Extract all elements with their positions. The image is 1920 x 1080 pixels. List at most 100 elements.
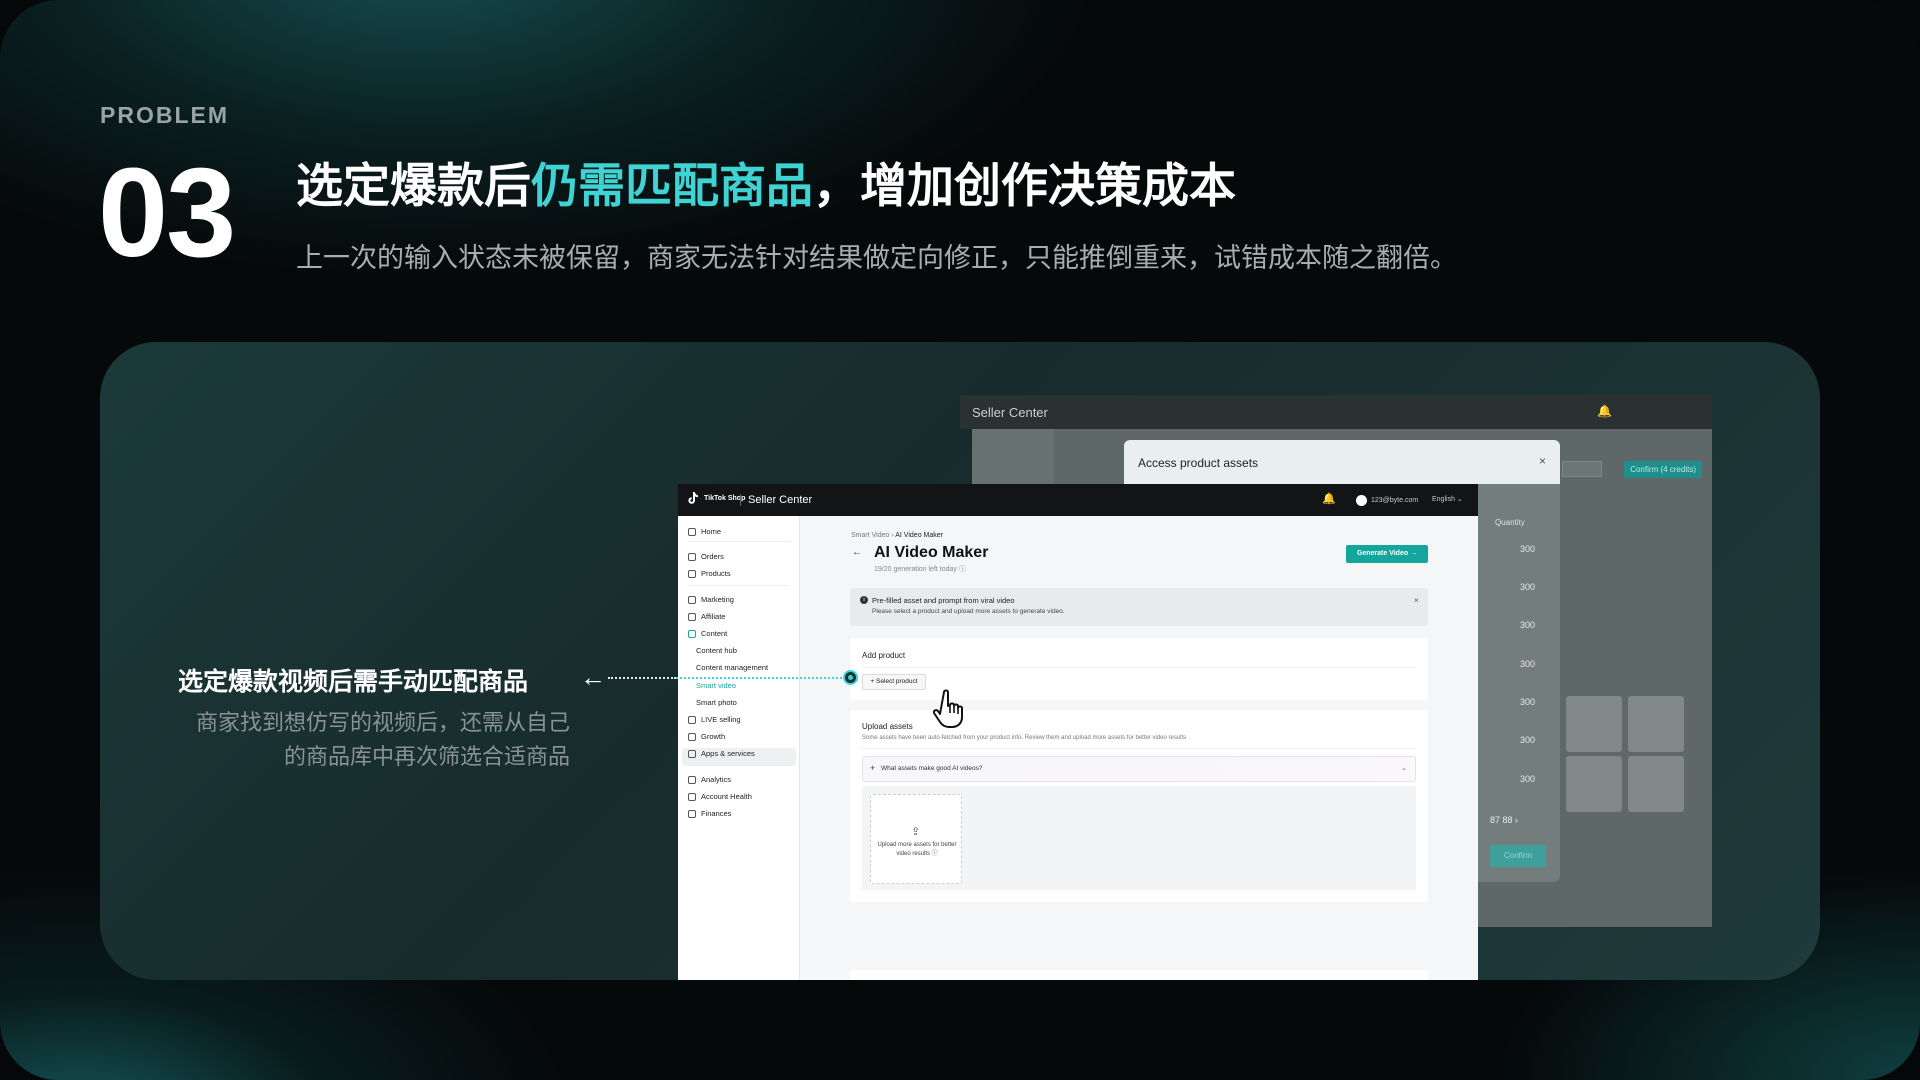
divider — [688, 541, 790, 542]
sidebar-item-label: Home — [701, 527, 722, 536]
quantity-cell: 300 — [1520, 697, 1536, 707]
divider — [862, 748, 1416, 749]
language-selector[interactable]: English ⌄ — [1432, 495, 1463, 503]
growth-icon — [688, 732, 696, 741]
sidebar-item-marketing[interactable]: Marketing — [688, 595, 734, 604]
seller-center-window: TikTok Shop Seller Center 🔔 123@byte.com… — [678, 484, 1478, 980]
modal-header: Access product assets × — [1124, 440, 1560, 484]
sidebar-item-affiliate[interactable]: Affiliate — [688, 612, 725, 621]
tiktok-shop-logo: TikTok Shop — [686, 491, 745, 505]
breadcrumb-current: AI Video Maker — [895, 532, 943, 539]
next-card — [850, 970, 1428, 980]
sidebar-item-apps[interactable]: Apps & services — [688, 749, 755, 758]
subline: 上一次的输入状态未被保留，商家无法针对结果做定向修正，只能推倒重来，试错成本随之… — [296, 243, 1457, 273]
upload-icon: ⇪ — [911, 826, 921, 838]
faq-label: What assets make good AI videos? — [881, 765, 983, 772]
banner-title: Pre-filled asset and prompt from viral v… — [872, 596, 1015, 605]
upload-hint: Upload more assets for better video resu… — [877, 842, 957, 857]
card-title: Upload assets — [862, 722, 913, 731]
sidebar-subitem-smart-photo[interactable]: Smart photo — [696, 698, 737, 707]
account-email: 123@byte.com — [1371, 497, 1419, 504]
connector-dot — [843, 670, 858, 685]
asset-tile — [1566, 756, 1622, 812]
sidebar-item-growth[interactable]: Growth — [688, 732, 725, 741]
sidebar: Home Orders Products Marketing Affiliate… — [678, 516, 800, 980]
divider — [862, 667, 1416, 668]
banner-text: Please select a product and upload more … — [872, 608, 1065, 615]
sidebar-item-home[interactable]: Home — [688, 527, 721, 536]
tiktok-logo-icon — [688, 492, 698, 504]
sidebar-item-analytics[interactable]: Analytics — [688, 775, 731, 784]
sidebar-item-label: Marketing — [701, 595, 734, 604]
background-confirm-button: Confirm (4 credits) — [1624, 461, 1702, 478]
generate-video-button[interactable]: Generate Video → — [1346, 545, 1428, 563]
marketing-icon — [688, 595, 696, 604]
divider — [740, 494, 741, 506]
sidebar-item-label: Account Health — [701, 792, 752, 801]
content-icon — [688, 629, 696, 638]
sidebar-subitem-content-hub[interactable]: Content hub — [696, 646, 737, 655]
quantity-cell: 300 — [1520, 544, 1536, 554]
upload-dropzone[interactable]: ⇪ Upload more assets for better video re… — [870, 794, 962, 884]
background-topbar: Seller Center 🔔 — [960, 395, 1712, 429]
sparkle-icon: + — [870, 763, 876, 773]
close-icon[interactable]: × — [1414, 596, 1419, 605]
background-title: Seller Center — [972, 405, 1048, 420]
connector-line — [608, 677, 676, 679]
quantity-cell: 300 — [1520, 774, 1536, 784]
quantity-header: Quantity — [1495, 518, 1525, 527]
account-menu[interactable]: 123@byte.com — [1356, 495, 1418, 506]
quantity-cell: 300 — [1520, 582, 1536, 592]
pagination: 87 88 › — [1490, 815, 1519, 825]
sidebar-item-live-selling[interactable]: LIVE selling — [688, 715, 741, 724]
sidebar-item-label: Orders — [701, 552, 724, 561]
close-icon[interactable]: × — [1539, 454, 1546, 468]
annotation-title: 选定爆款视频后需手动匹配商品 — [178, 668, 529, 696]
sidebar-item-label: Growth — [701, 732, 726, 741]
asset-tile — [1628, 696, 1684, 752]
sidebar-item-label: Affiliate — [701, 612, 726, 621]
topbar: TikTok Shop Seller Center 🔔 123@byte.com… — [678, 484, 1478, 516]
prefill-banner: i Pre-filled asset and prompt from viral… — [850, 588, 1428, 626]
headline: 选定爆款后仍需匹配商品，增加创作决策成本 — [296, 160, 1236, 212]
upload-assets-card: Upload assets Some assets have been auto… — [850, 710, 1428, 902]
assets-faq-accordion[interactable]: + What assets make good AI videos? ⌄ — [862, 756, 1416, 782]
bell-icon: 🔔 — [1597, 404, 1612, 418]
back-arrow-icon[interactable]: ← — [852, 547, 862, 558]
home-icon — [688, 527, 696, 536]
sidebar-item-finances[interactable]: Finances — [688, 809, 731, 818]
modal-title: Access product assets — [1138, 456, 1259, 470]
connector-line-accent — [676, 677, 842, 679]
eyebrow-label: PROBLEM — [100, 102, 229, 128]
breadcrumb: Smart Video › AI Video Maker — [851, 532, 943, 539]
card-subtitle: Some assets have been auto-fetched from … — [862, 735, 1187, 741]
generation-quota: 19/20 generation left today ⓘ — [874, 566, 966, 573]
quantity-cell: 300 — [1520, 620, 1536, 630]
sidebar-item-products[interactable]: Products — [688, 569, 731, 578]
sidebar-subitem-content-management[interactable]: Content management — [696, 663, 768, 672]
avatar — [1356, 495, 1367, 506]
live-icon — [688, 715, 696, 724]
sidebar-subitem-smart-video[interactable]: Smart video — [696, 681, 736, 690]
sidebar-item-orders[interactable]: Orders — [688, 552, 724, 561]
headline-after: ，增加创作决策成本 — [813, 159, 1236, 212]
chevron-down-icon: ⌄ — [1401, 765, 1407, 772]
quantity-cell: 300 — [1520, 659, 1536, 669]
language-label: English — [1432, 496, 1455, 503]
breadcrumb-parent[interactable]: Smart Video — [851, 532, 889, 539]
products-icon — [688, 569, 696, 578]
headline-before: 选定爆款后 — [296, 159, 531, 212]
app-title: Seller Center — [748, 494, 813, 506]
sidebar-item-label: Analytics — [701, 775, 732, 784]
sidebar-item-content[interactable]: Content — [688, 629, 727, 638]
arrow-left-icon: ← — [580, 662, 606, 692]
select-product-button[interactable]: + Select product — [862, 674, 926, 690]
bell-icon[interactable]: 🔔 — [1322, 492, 1336, 505]
asset-tile — [1628, 756, 1684, 812]
sidebar-item-account-health[interactable]: Account Health — [688, 792, 752, 801]
page-title: AI Video Maker — [874, 544, 989, 561]
affiliate-icon — [688, 612, 696, 621]
apps-icon — [688, 749, 696, 758]
upload-area: ⇪ Upload more assets for better video re… — [862, 786, 1416, 890]
slide: PROBLEM 03 选定爆款后仍需匹配商品，增加创作决策成本 上一次的输入状态… — [0, 0, 1920, 1080]
